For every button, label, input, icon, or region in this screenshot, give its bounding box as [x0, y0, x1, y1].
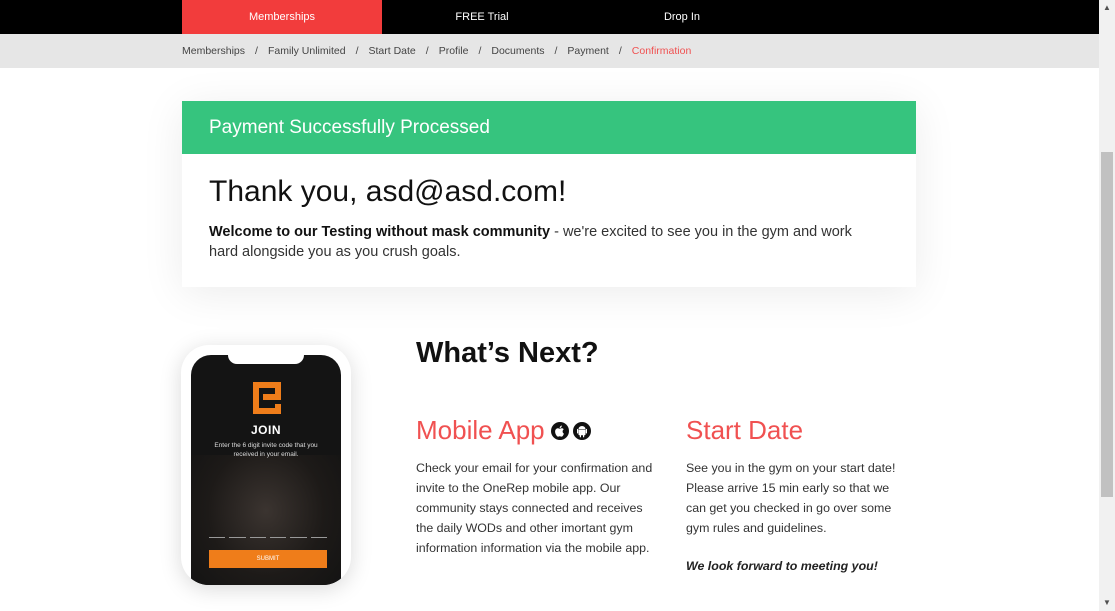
start-date-heading: Start Date: [686, 415, 804, 445]
scroll-up-arrow-icon[interactable]: ▲: [1099, 0, 1115, 16]
success-banner: Payment Successfully Processed: [182, 101, 916, 154]
confirmation-card: Payment Successfully Processed Thank you…: [182, 101, 916, 287]
confirmation-body: Thank you, asd@asd.com! Welcome to our T…: [182, 154, 916, 282]
phone-notch: [228, 353, 304, 364]
breadcrumb-separator: /: [478, 45, 482, 57]
breadcrumb-separator: /: [425, 45, 429, 57]
scrollbar-thumb[interactable]: [1101, 152, 1113, 497]
breadcrumb-separator: /: [255, 45, 258, 57]
phone-mockup: JOIN Enter the 6 digit invite code that …: [181, 345, 351, 585]
scrollbar[interactable]: ▲ ▼: [1099, 0, 1115, 611]
mobile-app-text: Check your email for your confirmation a…: [416, 461, 653, 555]
join-heading: JOIN: [250, 423, 281, 437]
breadcrumb-memberships[interactable]: Memberships: [182, 45, 245, 57]
breadcrumb-documents[interactable]: Documents: [491, 45, 544, 57]
breadcrumb: Memberships / Family Unlimited / Start D…: [182, 34, 691, 68]
breadcrumb-separator: /: [554, 45, 558, 57]
breadcrumb-payment[interactable]: Payment: [567, 45, 608, 57]
scroll-down-arrow-icon[interactable]: ▼: [1099, 595, 1115, 611]
breadcrumb-start-date[interactable]: Start Date: [368, 45, 415, 57]
closing-message: We look forward to meeting you!: [686, 559, 878, 573]
top-nav: Memberships FREE Trial Drop In: [0, 0, 1099, 34]
submit-button[interactable]: SUBMIT: [209, 550, 327, 568]
apple-icon[interactable]: [551, 422, 569, 440]
breadcrumb-profile[interactable]: Profile: [439, 45, 469, 57]
tab-memberships[interactable]: Memberships: [182, 0, 382, 34]
tab-free-trial[interactable]: FREE Trial: [382, 0, 582, 34]
mobile-app-heading: Mobile App: [416, 415, 545, 445]
welcome-message: Welcome to our Testing without mask comm…: [209, 222, 879, 262]
onerep-logo-icon: [253, 382, 281, 414]
android-icon[interactable]: [573, 422, 591, 440]
breadcrumb-confirmation: Confirmation: [631, 45, 692, 57]
join-instructions: Enter the 6 digit invite code that you r…: [214, 442, 318, 458]
thank-you-heading: Thank you, asd@asd.com!: [209, 175, 567, 208]
store-icons: [551, 422, 591, 440]
whats-next-heading: What’s Next?: [416, 337, 599, 369]
breadcrumb-separator: /: [618, 45, 622, 57]
breadcrumb-separator: /: [355, 45, 359, 57]
breadcrumb-family-unlimited[interactable]: Family Unlimited: [268, 45, 346, 57]
welcome-bold: Welcome to our Testing without mask comm…: [209, 224, 551, 240]
breadcrumb-bar: Memberships / Family Unlimited / Start D…: [0, 34, 1099, 68]
start-date-text: See you in the gym on your start date! P…: [686, 461, 896, 535]
tab-drop-in[interactable]: Drop In: [582, 0, 782, 34]
invite-code-input[interactable]: [209, 537, 327, 539]
page: Memberships FREE Trial Drop In Membershi…: [0, 0, 1115, 611]
